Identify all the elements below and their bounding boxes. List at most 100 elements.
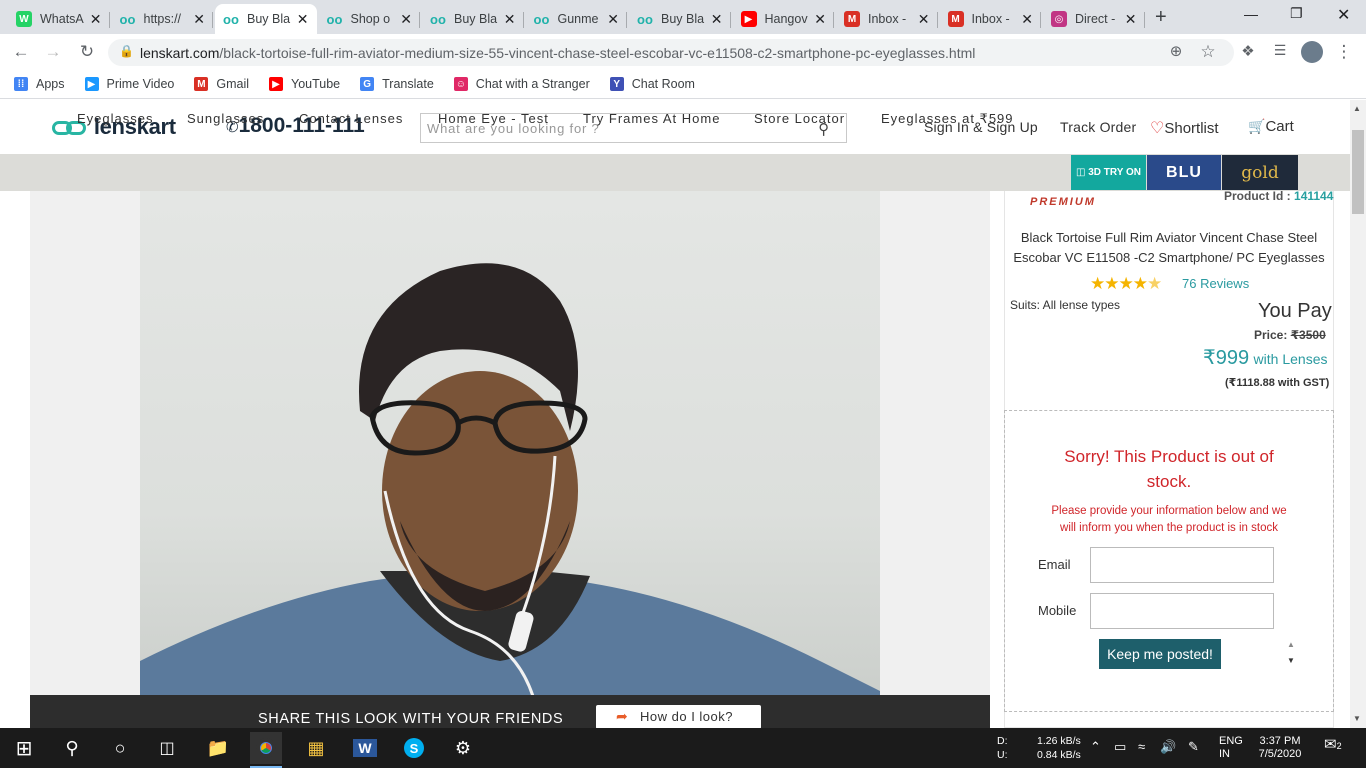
notification-icon[interactable]: ✉2 <box>1324 737 1342 753</box>
close-tab-icon[interactable]: ✕ <box>711 11 723 28</box>
scroll-up-arrow-icon[interactable]: ▲ <box>1353 104 1361 113</box>
product-title: Black Tortoise Full Rim Aviator Vincent … <box>1013 230 1325 265</box>
bookmark-1[interactable]: ▶ Prime Video <box>84 77 174 91</box>
word-icon[interactable]: W <box>349 732 381 764</box>
you-pay-label: You Pay <box>1258 300 1332 322</box>
close-tab-icon[interactable]: ✕ <box>400 11 412 28</box>
tab-title: Inbox - <box>971 12 1010 26</box>
close-tab-icon[interactable]: ✕ <box>1021 11 1033 28</box>
scrollbar-thumb[interactable] <box>1352 130 1364 214</box>
how-do-i-look-button[interactable]: ➦ How do I look? <box>596 705 761 728</box>
file-explorer-icon[interactable]: 📁 <box>202 732 234 764</box>
close-tab-icon[interactable]: ✕ <box>607 11 619 28</box>
bookmark-0[interactable]: ⁞⁞ Apps <box>14 77 65 91</box>
tab-4[interactable]: oo Buy Bla ✕ <box>422 4 524 34</box>
track-order-link[interactable]: Track Order <box>1060 119 1136 135</box>
shortlist-link[interactable]: ♡Shortlist <box>1150 118 1219 138</box>
add-icon[interactable]: ⊕ <box>1165 42 1187 60</box>
email-field[interactable] <box>1090 547 1274 583</box>
minimize-button[interactable]: — <box>1244 6 1258 22</box>
tab-6[interactable]: oo Buy Bla ✕ <box>629 4 731 34</box>
lenskart-icon: oo <box>326 11 343 27</box>
clock[interactable]: 3:37 PM 7/5/2020 <box>1258 735 1302 761</box>
address-bar[interactable]: 🔒 lenskart.com/black-tortoise-full-rim-a… <box>108 39 1234 66</box>
close-tab-icon[interactable]: ✕ <box>193 11 205 28</box>
windows-start-icon[interactable]: ⊞ <box>8 732 40 764</box>
apps-grid-icon: ⁞⁞ <box>14 77 28 91</box>
tab-5[interactable]: oo Gunme ✕ <box>526 4 627 34</box>
settings-gear-icon[interactable]: ⚙ <box>447 732 479 764</box>
maximize-button[interactable]: ❐ <box>1290 5 1303 22</box>
tryon-badge[interactable]: ◫ 3D TRY ON <box>1071 155 1146 190</box>
close-tab-icon[interactable]: ✕ <box>90 11 102 28</box>
nav-store-locator[interactable]: Store Locator <box>754 111 845 126</box>
scroll-down-arrow-icon[interactable]: ▼ <box>1353 714 1361 723</box>
tab-9[interactable]: M Inbox - ✕ <box>940 4 1041 34</box>
nav-contact-lenses[interactable]: Contact Lenses <box>299 111 403 126</box>
scroll-down-icon[interactable]: ▼ <box>1287 656 1295 665</box>
nav-home-eye-test[interactable]: Home Eye - Test <box>438 111 549 126</box>
bookmark-star-icon[interactable]: ☆ <box>1197 42 1219 62</box>
lenskart-icon: oo <box>637 11 653 27</box>
tab-3[interactable]: oo Shop o ✕ <box>319 4 420 34</box>
tab-title: Hangov <box>764 12 808 26</box>
reviews-link[interactable]: 76 Reviews <box>1182 276 1249 291</box>
volume-icon[interactable]: 🔊 <box>1160 740 1176 753</box>
search-icon[interactable]: ⚲ <box>56 732 88 764</box>
avatar[interactable] <box>1301 41 1323 63</box>
gold-badge[interactable]: gold <box>1222 155 1298 190</box>
nav-try-frames[interactable]: Try Frames At Home <box>583 111 720 126</box>
menu-icon[interactable]: ⋮ <box>1333 42 1355 62</box>
youtube-icon: ▶ <box>269 77 284 91</box>
tab-10[interactable]: ◎ Direct - ✕ <box>1043 4 1145 34</box>
close-tab-icon[interactable]: ✕ <box>297 11 309 28</box>
forward-icon[interactable]: → <box>42 42 64 62</box>
bookmark-6[interactable]: Y Chat Room <box>609 77 695 91</box>
mobile-field[interactable] <box>1090 593 1274 629</box>
tab-title: Inbox - <box>868 12 907 26</box>
battery-icon[interactable]: ▭ <box>1114 740 1126 753</box>
tab-0[interactable]: W WhatsA ✕ <box>8 4 110 34</box>
blu-badge[interactable]: BLU <box>1147 155 1221 190</box>
tab-1[interactable]: oo https:// ✕ <box>112 4 213 34</box>
bookmark-2[interactable]: M Gmail <box>194 77 249 91</box>
bookmark-3[interactable]: ▶ YouTube <box>269 77 340 91</box>
back-icon[interactable]: ← <box>10 42 32 62</box>
gmail-icon: M <box>844 11 860 27</box>
url-path: /black-tortoise-full-rim-aviator-medium-… <box>219 44 976 61</box>
chrome-icon[interactable] <box>250 732 282 764</box>
close-tab-icon[interactable]: ✕ <box>918 11 930 28</box>
nav-sunglasses[interactable]: Sunglasses <box>187 111 264 126</box>
cortana-icon[interactable]: ○ <box>104 732 136 764</box>
extensions-icon[interactable]: ❖ <box>1237 42 1259 60</box>
chat-icon: ☺ <box>453 77 468 91</box>
bookmark-4[interactable]: G Translate <box>360 77 434 91</box>
tab-2[interactable]: oo Buy Bla ✕ <box>215 4 317 34</box>
keep-me-posted-button[interactable]: Keep me posted! <box>1099 639 1221 669</box>
nav-eyeglasses[interactable]: Eyeglasses <box>77 111 153 126</box>
email-label: Email <box>1038 557 1071 572</box>
language-indicator[interactable]: ENG IN <box>1219 735 1243 761</box>
tab-7[interactable]: ▶ Hangov ✕ <box>733 4 834 34</box>
nav-eyeglasses-599[interactable]: Eyeglasses at ₹599 <box>881 111 1014 127</box>
chat-room-icon: Y <box>609 77 624 91</box>
close-tab-icon[interactable]: ✕ <box>504 11 516 28</box>
pen-icon[interactable]: ✎ <box>1188 740 1199 753</box>
tab-8[interactable]: M Inbox - ✕ <box>836 4 938 34</box>
scroll-up-icon[interactable]: ▲ <box>1287 640 1295 649</box>
task-view-icon[interactable]: ◫ <box>151 732 183 764</box>
cart-link[interactable]: 🛒Cart <box>1248 118 1294 135</box>
app-icon[interactable]: ▦ <box>300 732 332 764</box>
skype-icon[interactable]: S <box>398 732 430 764</box>
bookmark-5[interactable]: ☺ Chat with a Stranger <box>453 77 590 91</box>
bookmark-label: Apps <box>36 77 65 91</box>
bookmarks-bar: ⁞⁞ Apps ▶ Prime Video M Gmail ▶ YouTube G Transla… <box>0 70 1366 99</box>
show-hidden-icon[interactable]: ⌃ <box>1090 740 1101 753</box>
close-tab-icon[interactable]: ✕ <box>1125 11 1137 28</box>
reload-icon[interactable]: ↻ <box>76 42 98 62</box>
media-icon[interactable]: ☰ <box>1269 42 1291 59</box>
new-tab-button[interactable]: + <box>1155 6 1167 29</box>
wifi-icon[interactable]: ≈ <box>1138 740 1145 753</box>
close-window-button[interactable]: ✕ <box>1337 5 1350 25</box>
close-tab-icon[interactable]: ✕ <box>814 11 826 28</box>
